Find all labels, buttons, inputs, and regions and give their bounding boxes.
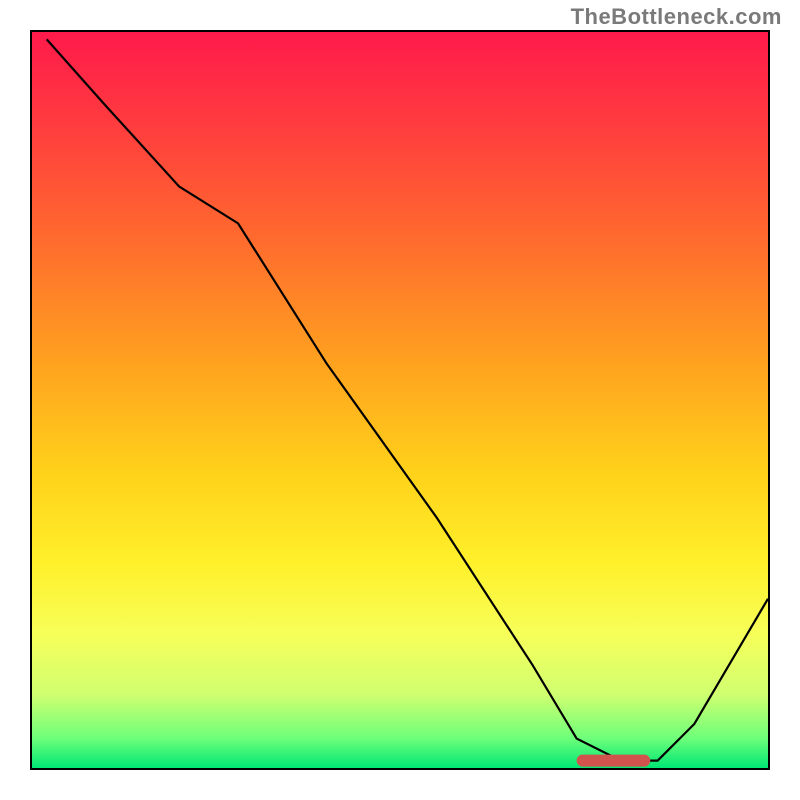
chart-container: TheBottleneck.com — [0, 0, 800, 800]
bottleneck-curve — [47, 39, 768, 760]
watermark-text: TheBottleneck.com — [571, 4, 782, 30]
chart-svg — [32, 32, 768, 768]
plot-area — [30, 30, 770, 770]
optimal-range-marker — [577, 755, 651, 767]
